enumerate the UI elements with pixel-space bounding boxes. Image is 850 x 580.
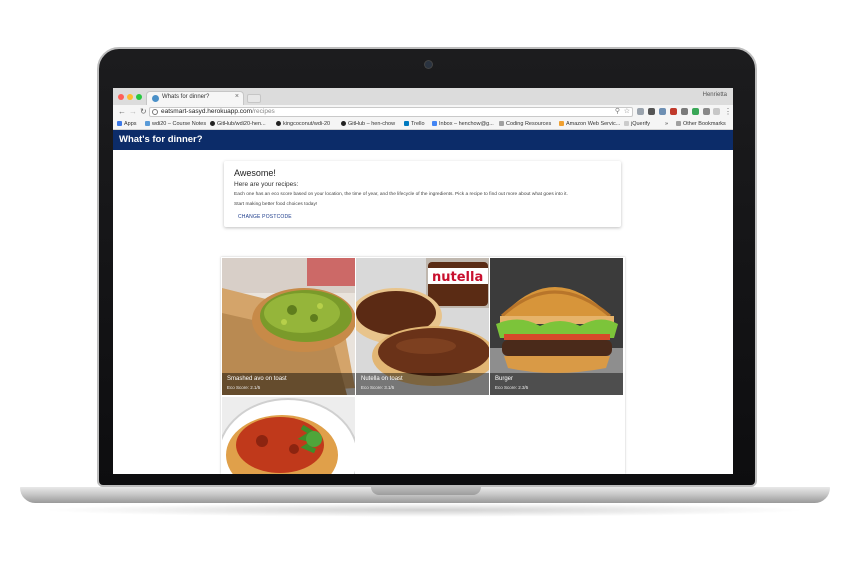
bookmark-coding-resources[interactable]: Coding Resources: [499, 120, 551, 128]
bookmark-other[interactable]: Other Bookmarks: [676, 120, 726, 128]
bookmarks-overflow[interactable]: »: [665, 120, 668, 128]
menu-kebab-icon[interactable]: ⋮: [724, 107, 732, 117]
extension-circle-icon[interactable]: [713, 108, 720, 115]
bookmark-kingcoconut[interactable]: kingcoconut/wdi-20: [276, 120, 330, 128]
card-description: Each one has an eco score based on your …: [234, 192, 568, 197]
search-icon[interactable]: ⚲: [615, 108, 620, 116]
recipe-eco-score: Eco Score: 3.1/5: [361, 385, 395, 390]
inbox-icon: [432, 120, 437, 126]
change-postcode-button[interactable]: CHANGE POSTCODE: [238, 214, 292, 220]
info-card: Awesome! Here are your recipes: Each one…: [224, 161, 621, 227]
bookmark-apps[interactable]: Apps: [117, 120, 137, 128]
recipe-card-avo[interactable]: Smashed avo on toast Eco Score: 2.1/5: [222, 258, 355, 395]
tab-close-icon[interactable]: ×: [235, 93, 239, 100]
browser-tab[interactable]: Whats for dinner? ×: [146, 91, 244, 105]
recipe-title: Smashed avo on toast: [227, 376, 287, 382]
github-icon: [276, 120, 281, 126]
bookmark-jquerify[interactable]: jQuerify: [624, 120, 650, 128]
webcam: [425, 61, 432, 68]
maximize-window-button[interactable]: [136, 94, 142, 100]
recipe-eco-score: Eco Score: 2.3/5: [495, 385, 529, 390]
extension-cast-icon[interactable]: [637, 108, 644, 115]
recipe-caption: Nutella on toast Eco Score: 3.1/5: [356, 373, 489, 395]
recipe-card-burger[interactable]: Burger Eco Score: 2.3/5: [490, 258, 623, 395]
recipe-title: Nutella on toast: [361, 376, 403, 382]
close-window-button[interactable]: [118, 94, 124, 100]
folder-icon: [676, 120, 681, 126]
card-title: Awesome!: [234, 168, 276, 178]
recipe-eco-score: Eco Score: 2.1/5: [227, 385, 261, 390]
laptop-notch: [371, 487, 481, 495]
page-icon: [624, 120, 629, 126]
bookmark-favicon-icon: [145, 120, 150, 126]
reload-icon[interactable]: ↻: [140, 107, 147, 117]
bookmark-course-notes[interactable]: wdi20 – Course Notes: [145, 120, 206, 128]
bookmark-github-hen-chow[interactable]: GitHub – hen-chow: [341, 120, 395, 128]
svg-text:nutella: nutella: [432, 270, 483, 285]
folder-icon: [499, 120, 504, 126]
trello-icon: [404, 120, 409, 126]
address-bar[interactable]: eatsmart-sasyd.herokuapp.com/recipes ⚲ ☆: [149, 107, 633, 117]
bookmark-github-wdi20[interactable]: GitHub/wdi20-hen...: [210, 120, 266, 128]
bookmark-trello[interactable]: Trello: [404, 120, 425, 128]
recipe-title: Burger: [495, 376, 514, 382]
github-icon: [341, 120, 346, 126]
favicon-icon: [152, 95, 159, 102]
back-icon[interactable]: ←: [118, 107, 126, 117]
tab-title: Whats for dinner?: [162, 94, 210, 100]
extension-tool-icon[interactable]: [681, 108, 688, 115]
site-info-icon[interactable]: [152, 109, 158, 115]
browser-tab-strip: Whats for dinner? × Henrietta: [113, 88, 733, 106]
app-header: What's for dinner?: [113, 130, 733, 150]
screen: Whats for dinner? × Henrietta ← → ↻ eats…: [113, 88, 733, 474]
recipe-card-nutella[interactable]: nutella Nutella on toast Eco Score: 3.1/…: [356, 258, 489, 395]
spaghetti-image: [222, 397, 355, 474]
bookmark-inbox[interactable]: Inbox – henchow@g...: [432, 120, 494, 128]
recipe-grid: Smashed avo on toast Eco Score: 2.1/5 nu…: [221, 257, 625, 474]
extension-mic-icon[interactable]: [703, 108, 710, 115]
extension-ghost-icon[interactable]: [670, 108, 677, 115]
forward-icon[interactable]: →: [129, 107, 137, 117]
browser-toolbar: ← → ↻ eatsmart-sasyd.herokuapp.com/recip…: [113, 105, 733, 119]
apps-grid-icon: [117, 120, 122, 126]
recipe-caption: Burger Eco Score: 2.3/5: [490, 373, 623, 395]
card-call-to-action-text: Start making better food choices today!: [234, 202, 318, 207]
bookmark-star-icon[interactable]: ☆: [624, 108, 630, 116]
extension-eyedropper-icon[interactable]: [659, 108, 666, 115]
profile-name[interactable]: Henrietta: [703, 92, 727, 98]
bookmark-aws[interactable]: Amazon Web Servic...: [559, 120, 620, 128]
recipe-caption: Smashed avo on toast Eco Score: 2.1/5: [222, 373, 355, 395]
recipe-card-spaghetti[interactable]: [222, 397, 355, 474]
extension-leaf-icon[interactable]: [692, 108, 699, 115]
new-tab-button[interactable]: [247, 94, 261, 103]
url-text: eatsmart-sasyd.herokuapp.com/recipes: [161, 108, 275, 115]
app-title[interactable]: What's for dinner?: [119, 134, 203, 145]
laptop-shadow: [40, 503, 810, 517]
extension-font-icon[interactable]: [648, 108, 655, 115]
minimize-window-button[interactable]: [127, 94, 133, 100]
github-icon: [210, 120, 215, 126]
bookmarks-bar: Apps wdi20 – Course Notes GitHub/wdi20-h…: [113, 119, 733, 130]
aws-icon: [559, 120, 564, 126]
card-subtitle: Here are your recipes:: [234, 181, 299, 188]
